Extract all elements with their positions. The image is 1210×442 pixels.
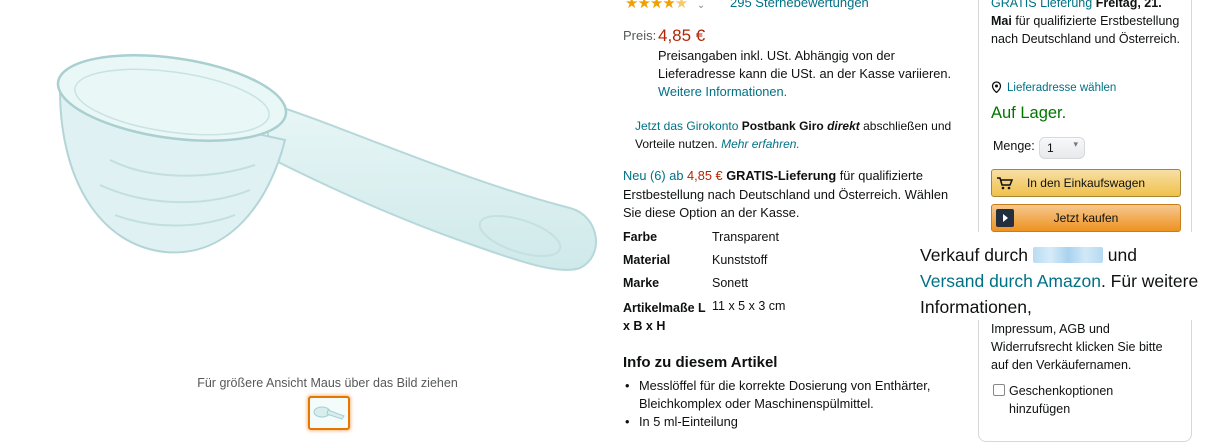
attr-value-dimensions: 11 x 5 x 3 cm bbox=[712, 299, 786, 313]
delivery-location-link[interactable]: Lieferadresse wählen bbox=[991, 81, 1116, 94]
cart-icon bbox=[992, 170, 1018, 196]
chevron-down-icon[interactable]: ⌄ bbox=[697, 0, 705, 11]
quantity-value: 1 bbox=[1047, 141, 1054, 155]
promo-link[interactable]: Mehr erfahren. bbox=[721, 137, 800, 151]
offers-price: 4,85 € bbox=[687, 168, 723, 183]
list-item: In 5 ml-Einteilung bbox=[623, 413, 953, 431]
promo-brand-em: direkt bbox=[827, 119, 860, 133]
rating-stars[interactable]: ★★★★★ ⌄ bbox=[625, 0, 705, 14]
buy-now-button[interactable]: Jetzt kaufen bbox=[991, 204, 1181, 232]
gift-options-label: Geschenkoptionen hinzufügen bbox=[1009, 384, 1114, 416]
attr-label-color: Farbe bbox=[623, 230, 658, 244]
seller-info: Verkauf durch und Versand durch Amazon. … bbox=[920, 242, 1205, 320]
promo-brand: Postbank Giro bbox=[741, 119, 824, 133]
star-half-icon: ★ bbox=[674, 0, 688, 12]
stock-status: Auf Lager. bbox=[991, 104, 1067, 122]
new-offers-link[interactable]: Neu (6) ab bbox=[623, 168, 683, 183]
location-pin-icon bbox=[991, 81, 1002, 94]
attr-label-dimensions: Artikelmaße L x B x H bbox=[623, 301, 706, 333]
product-image[interactable] bbox=[40, 30, 610, 290]
spoon-thumbnail-icon bbox=[313, 406, 345, 420]
price-note: Preisangaben inkl. USt. Abhängig von der… bbox=[658, 47, 958, 101]
seller-name-link[interactable] bbox=[1032, 247, 1103, 263]
delivery-rest: für qualifizierte Erstbestellung nach De… bbox=[991, 14, 1180, 46]
legal-info: Impressum, AGB und Widerrufsrecht klicke… bbox=[991, 322, 1163, 372]
price-label: Preis: bbox=[623, 28, 657, 43]
new-offers: Neu (6) ab 4,85 € GRATIS-Lieferung für q… bbox=[623, 167, 953, 223]
star-icon: ★★★★ bbox=[625, 0, 676, 12]
delivery-top[interactable]: GRATIS Lieferung bbox=[991, 0, 1092, 10]
fulfilled-by-amazon-link[interactable]: Versand durch Amazon bbox=[920, 271, 1101, 291]
promo-prefix: Jetzt das Girokonto bbox=[635, 119, 742, 133]
rating-count-link[interactable]: 295 Sternebewertungen bbox=[730, 0, 869, 10]
quantity-select[interactable]: 1 ▾ bbox=[1039, 137, 1085, 159]
checkbox-icon[interactable] bbox=[993, 384, 1005, 396]
seller-suffix: und bbox=[1107, 245, 1137, 265]
attr-value-material: Kunststoff bbox=[712, 253, 768, 267]
attr-value-color: Transparent bbox=[712, 230, 779, 244]
add-to-cart-label: In den Einkaufswagen bbox=[1026, 176, 1146, 190]
seller-prefix: Verkauf durch bbox=[920, 245, 1028, 265]
offers-shipping-bold: GRATIS-Lieferung bbox=[726, 168, 837, 183]
info-heading: Info zu diesem Artikel bbox=[623, 354, 778, 371]
location-link-label: Lieferadresse wählen bbox=[1007, 82, 1117, 94]
attr-value-brand: Sonett bbox=[712, 276, 749, 290]
buy-now-label: Jetzt kaufen bbox=[1053, 211, 1119, 225]
more-info-link[interactable]: Weitere Informationen. bbox=[658, 84, 787, 99]
list-item: Messlöffel für die korrekte Dosierung vo… bbox=[623, 377, 953, 413]
price-note-text: Preisangaben inkl. USt. Abhängig von der… bbox=[658, 48, 952, 81]
attr-label-material: Material bbox=[623, 253, 671, 267]
quantity-label: Menge: bbox=[993, 139, 1035, 153]
image-thumbnail[interactable] bbox=[308, 396, 350, 430]
delivery-info: GRATIS Lieferung Freitag, 21. Mai für qu… bbox=[991, 0, 1181, 48]
price-value: 4,85 € bbox=[658, 26, 706, 45]
image-hover-hint: Für größere Ansicht Maus über das Bild z… bbox=[197, 376, 458, 390]
giro-promo[interactable]: Jetzt das Girokonto Postbank Giro direkt… bbox=[635, 117, 955, 153]
attr-label-brand: Marke bbox=[623, 276, 660, 290]
play-icon bbox=[992, 205, 1018, 231]
add-to-cart-button[interactable]: In den Einkaufswagen bbox=[991, 169, 1181, 197]
chevron-down-icon: ▾ bbox=[1073, 139, 1078, 149]
gift-options[interactable]: Geschenkoptionen hinzufügen bbox=[993, 382, 1139, 418]
